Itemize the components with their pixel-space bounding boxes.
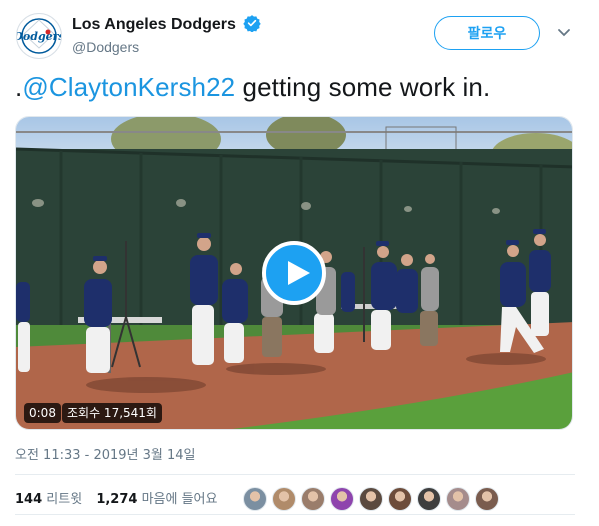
liker-avatar-7[interactable] xyxy=(417,487,441,511)
liker-avatar-3[interactable] xyxy=(301,487,325,511)
video-duration: 0:08 xyxy=(24,403,61,423)
video-view-count: 조회수 17,541회 xyxy=(62,403,162,423)
play-icon xyxy=(288,261,310,285)
liker-avatar-5[interactable] xyxy=(359,487,383,511)
dodgers-logo-icon: Dodgers xyxy=(17,15,61,57)
retweet-count: 144 xyxy=(15,492,43,507)
tweet-text-body: getting some work in. xyxy=(235,72,491,102)
account-name-text[interactable]: Los Angeles Dodgers xyxy=(72,16,236,33)
play-button[interactable] xyxy=(262,241,326,305)
like-stat[interactable]: 1,274 마음에 들어요 xyxy=(96,492,217,507)
follow-button[interactable]: 팔로우 xyxy=(434,16,540,50)
video-player[interactable]: 0:08 조회수 17,541회 xyxy=(15,116,573,430)
tweet-stats: 144 리트윗 1,274 마음에 들어요 xyxy=(15,488,217,507)
divider-bottom xyxy=(15,514,575,515)
liker-avatar-8[interactable] xyxy=(446,487,470,511)
divider-top xyxy=(15,474,575,475)
tweet-timestamp[interactable]: 오전 11:33 - 2019년 3월 14일 xyxy=(15,444,196,463)
liker-avatar-1[interactable] xyxy=(243,487,267,511)
liker-avatar-6[interactable] xyxy=(388,487,412,511)
like-count: 1,274 xyxy=(96,492,138,507)
liker-avatars xyxy=(243,487,499,511)
retweet-stat[interactable]: 144 리트윗 xyxy=(15,492,82,507)
mention-link[interactable]: @ClaytonKersh22 xyxy=(22,72,235,102)
liker-avatar-4[interactable] xyxy=(330,487,354,511)
retweet-label: 리트윗 xyxy=(46,492,83,507)
tweet-text: .@ClaytonKersh22 getting some work in. xyxy=(15,72,490,103)
liker-avatar-2[interactable] xyxy=(272,487,296,511)
chevron-down-icon[interactable] xyxy=(557,28,571,38)
liker-avatar-9[interactable] xyxy=(475,487,499,511)
verified-badge-icon xyxy=(243,15,262,32)
account-handle[interactable]: @Dodgers xyxy=(72,39,139,55)
svg-text:Dodgers: Dodgers xyxy=(17,30,61,43)
like-label: 마음에 들어요 xyxy=(141,492,218,507)
account-avatar[interactable]: Dodgers xyxy=(16,13,62,59)
account-name[interactable]: Los Angeles Dodgers xyxy=(72,14,262,34)
